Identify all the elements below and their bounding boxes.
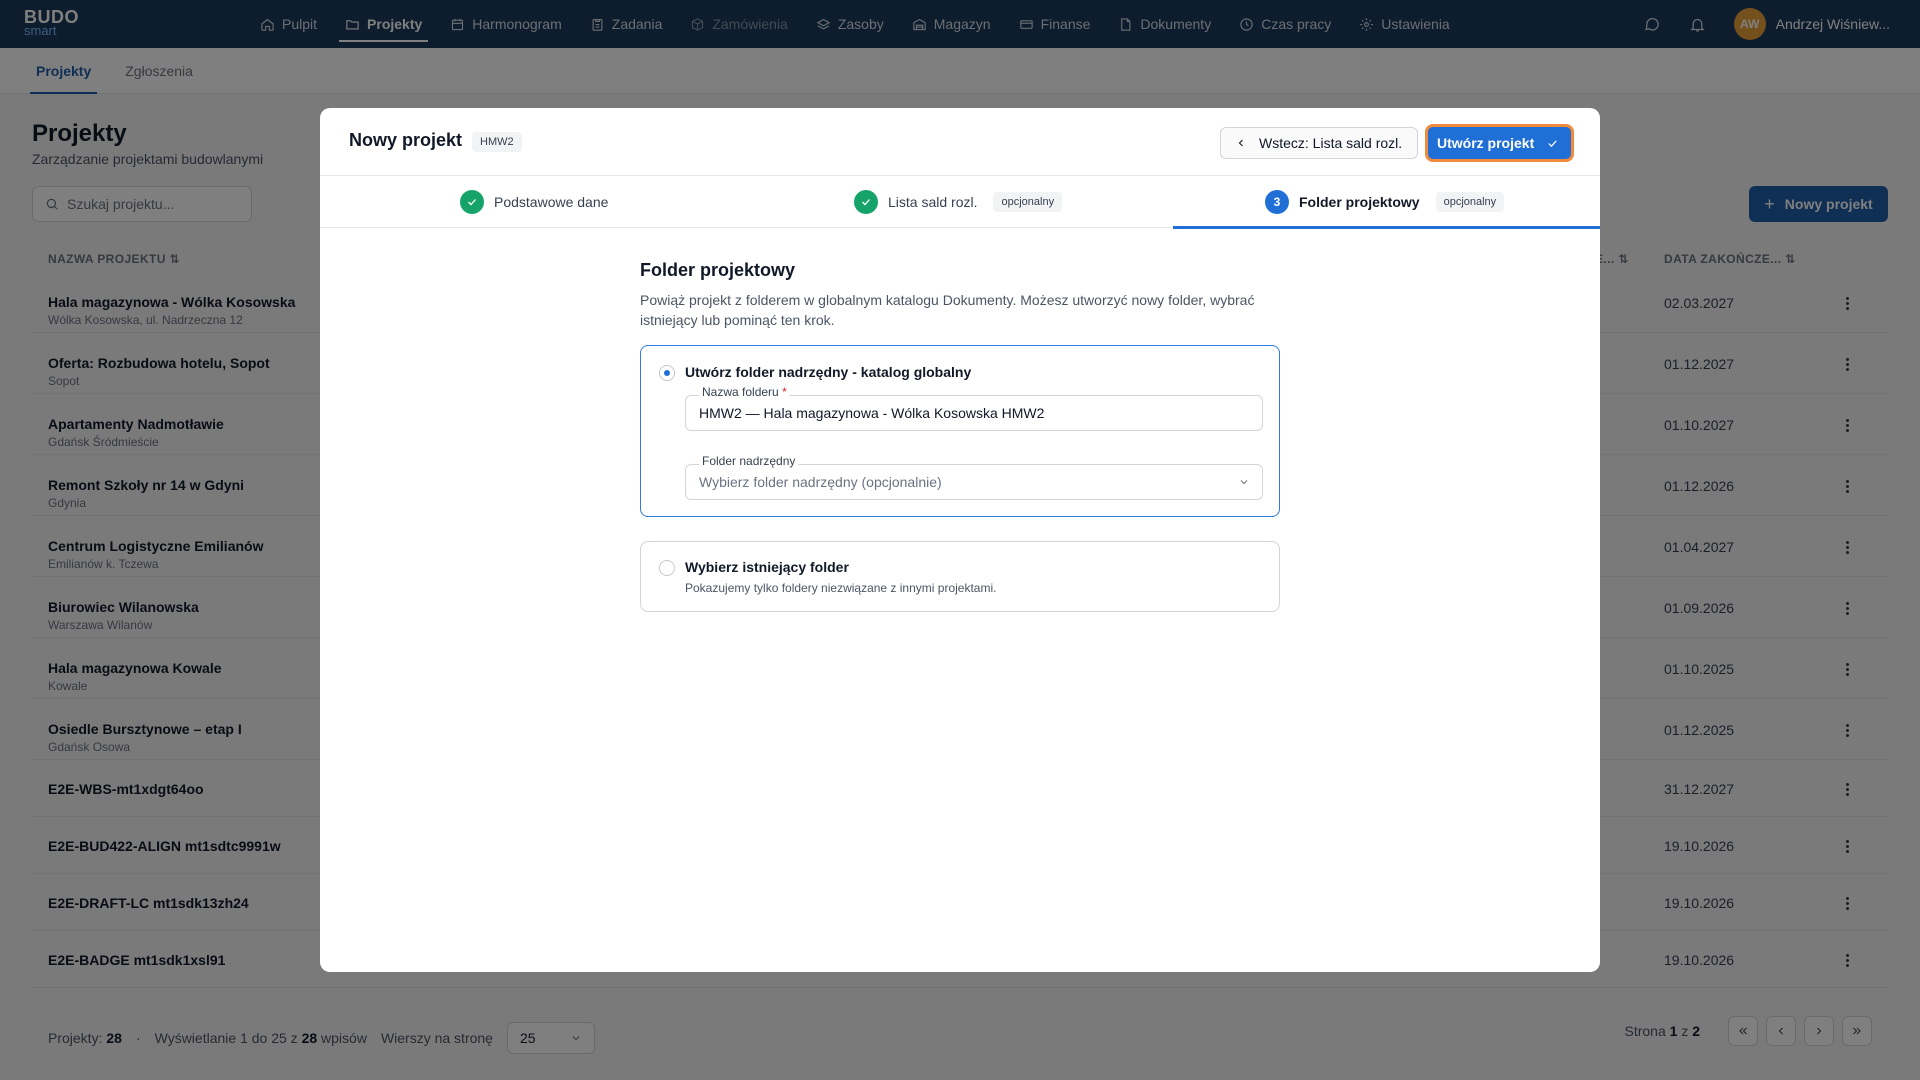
- create-project-button[interactable]: Utwórz projekt: [1425, 124, 1574, 162]
- parent-folder-select[interactable]: Wybierz folder nadrzędny (opcjonalnie): [685, 464, 1263, 500]
- chevron-down-icon: [1240, 480, 1248, 485]
- optional-badge: opcjonalny: [1435, 192, 1505, 212]
- wizard-steps: Podstawowe dane Lista sald rozl. opcjona…: [320, 176, 1600, 228]
- back-button-label: Wstecz: Lista sald rozl.: [1259, 135, 1403, 151]
- step-label: Podstawowe dane: [494, 194, 609, 210]
- create-project-label: Utwórz projekt: [1437, 135, 1535, 151]
- option-create-folder-card[interactable]: Utwórz folder nadrzędny - katalog global…: [640, 345, 1280, 517]
- parent-folder-placeholder: Wybierz folder nadrzędny (opcjonalnie): [699, 474, 942, 490]
- check-icon: [1548, 139, 1557, 147]
- active-step-indicator: [1173, 226, 1600, 229]
- step-number: 3: [1265, 190, 1289, 214]
- radio-existing-folder[interactable]: [659, 560, 675, 576]
- check-icon: [468, 199, 476, 206]
- step-label: Lista sald rozl.: [888, 194, 978, 210]
- step-project-folder[interactable]: 3 Folder projektowy opcjonalny: [1265, 176, 1505, 228]
- new-project-modal: Nowy projekt HMW2 Wstecz: Lista sald roz…: [320, 108, 1600, 972]
- project-code-badge: HMW2: [472, 132, 522, 152]
- back-button[interactable]: Wstecz: Lista sald rozl.: [1220, 127, 1418, 159]
- section-description: Powiąż projekt z folderem w globalnym ka…: [640, 292, 1255, 328]
- step-basic-data[interactable]: Podstawowe dane: [460, 176, 608, 228]
- option-existing-folder-card[interactable]: Wybierz istniejący folder Pokazujemy tyl…: [640, 541, 1280, 612]
- parent-folder-label: Folder nadrzędny: [699, 454, 799, 468]
- check-icon: [862, 199, 870, 206]
- modal-header: Nowy projekt HMW2 Wstecz: Lista sald roz…: [320, 108, 1600, 176]
- optional-badge: opcjonalny: [993, 192, 1063, 212]
- folder-name-label: Nazwa folderu *: [699, 385, 790, 399]
- section-title: Folder projektowy: [640, 260, 796, 280]
- step-done-indicator: [460, 190, 484, 214]
- chevron-left-icon: [1238, 139, 1243, 147]
- folder-name-value: HMW2 — Hala magazynowa - Wólka Kosowska …: [699, 405, 1045, 421]
- folder-name-field[interactable]: HMW2 — Hala magazynowa - Wólka Kosowska …: [685, 395, 1263, 431]
- option-existing-folder-title: Wybierz istniejący folder: [685, 559, 849, 575]
- step-done-indicator: [854, 190, 878, 214]
- step-label: Folder projektowy: [1299, 194, 1420, 210]
- step-balance-list[interactable]: Lista sald rozl. opcjonalny: [854, 176, 1063, 228]
- radio-create-folder[interactable]: [659, 365, 675, 381]
- option-existing-folder-desc: Pokazujemy tylko foldery niezwiązane z i…: [685, 581, 997, 595]
- modal-title: Nowy projekt: [349, 130, 463, 150]
- option-create-folder-title: Utwórz folder nadrzędny - katalog global…: [685, 364, 972, 380]
